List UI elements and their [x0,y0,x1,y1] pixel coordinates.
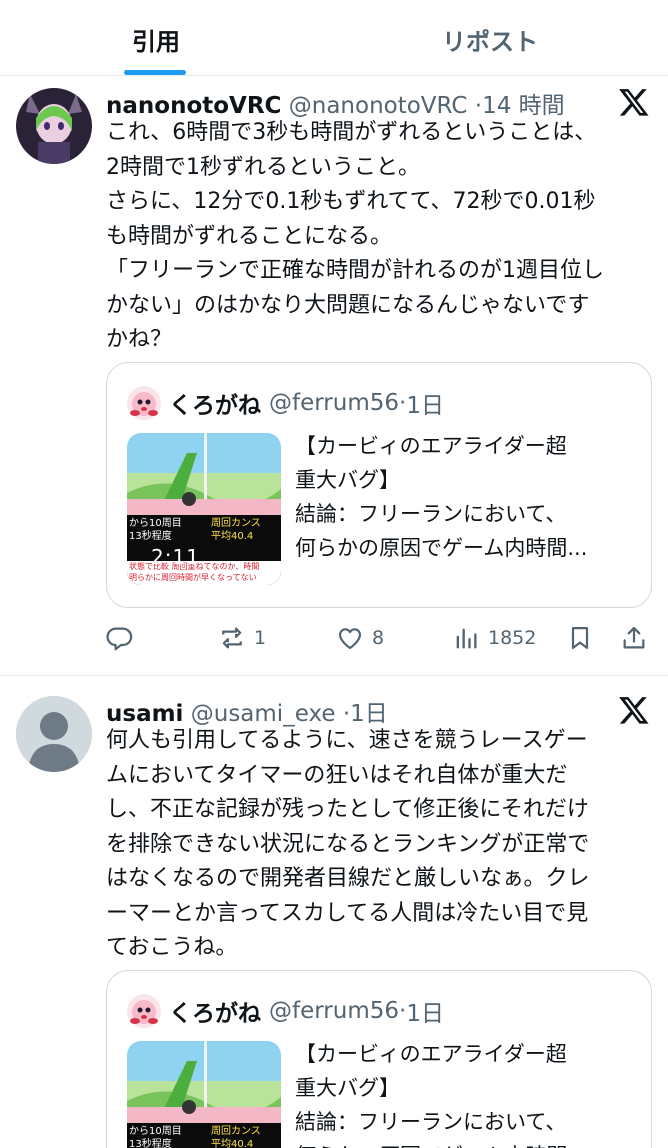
views-count: 1852 [488,627,537,649]
reply-button[interactable] [106,618,134,658]
thumbnail-caption-right: 周回カンス 平均40.4 [211,1126,261,1148]
thumbnail-caption-left: から10周目 13秒程度 [129,518,182,542]
bookmark-button[interactable] [566,618,594,658]
post-2[interactable]: usami @usami_exe ·1日 何人も引用してるように、速さを競うレー… [0,676,668,1148]
share-button[interactable] [620,618,648,658]
video-duration: 2:11 [151,545,200,569]
thumbnail-caption-left: から10周目 13秒程度 [129,1126,182,1148]
quote-handle: @ferrum56 [269,390,400,416]
tab-reposts[interactable]: リポスト [442,22,538,57]
dot-separator: · [399,390,407,416]
quote-display-name: くろがね [169,393,261,419]
quote-timestamp: 1日 [406,1001,444,1027]
avatar[interactable] [16,88,92,164]
x-logo-icon [618,694,650,726]
post-header: usami @usami_exe ·1日 [106,694,388,728]
quoted-post[interactable]: くろがね @ferrum56 · 1日 から10周目 13秒程度 周回カンス 平… [106,362,652,608]
reply-icon [106,627,133,651]
video-thumbnail[interactable]: から10周目 13秒程度 周回カンス 平均40.4 状態で比較 周回重ねてなのか… [127,433,281,585]
repost-count: 1 [254,627,267,649]
quoted-post[interactable]: くろがね @ferrum56 ·1日 から10周目 13秒程度 周回カンス 平 [106,970,652,1148]
active-tab-indicator [124,70,186,75]
repost-button[interactable]: 1 [218,618,266,658]
quote-display-name: くろがね [169,1001,261,1027]
views-icon [456,628,477,649]
video-thumbnail[interactable]: から10周目 13秒程度 周回カンス 平均40.4 [127,1041,281,1148]
quote-avatar [127,994,161,1028]
quote-header: くろがね @ferrum56 · 1日 [127,385,444,421]
post-header: nanonotoVRC @nanonotoVRC ·14 時間 [106,86,565,120]
x-logo-icon [618,86,650,118]
tab-quotes[interactable]: 引用 [132,22,180,57]
dot-separator: · [399,998,407,1024]
share-icon [623,626,645,649]
quote-timestamp: 1日 [406,393,444,419]
bookmark-icon [571,626,589,650]
post-text: これ、6時間で3秒も時間がずれるということは、 2時間で1秒ずれるということ。 … [106,120,604,352]
action-bar: 1 8 1852 [106,618,652,658]
like-button[interactable]: 8 [336,618,384,658]
heart-icon [338,628,362,650]
quote-avatar [127,386,161,420]
repost-icon [222,627,242,649]
thumbnail-caption-right: 周回カンス 平均40.4 [211,518,261,542]
views-button[interactable]: 1852 [452,618,536,658]
quote-text: 【カービィのエアライダー超 重大バグ】 結論：フリーランにおいて、 何らかの原因… [295,434,588,560]
quote-header: くろがね @ferrum56 · 1日 [127,993,444,1029]
post-1[interactable]: nanonotoVRC @nanonotoVRC ·14 時間 これ、6時間で3… [0,76,668,676]
default-avatar-icon [16,696,92,772]
quote-handle: @ferrum56 [269,998,400,1024]
post-text: 何人も引用してるように、速さを競うレースゲー ムにおいてタイマーの狂いはそれ自体… [106,728,590,960]
like-count: 8 [372,627,385,649]
quote-text: 【カービィのエアライダー超 重大バグ】 結論：フリーランにおいて、 何らかの原因… [295,1042,567,1148]
avatar[interactable] [16,696,92,772]
tab-bar: 引用 リポスト [0,0,668,76]
